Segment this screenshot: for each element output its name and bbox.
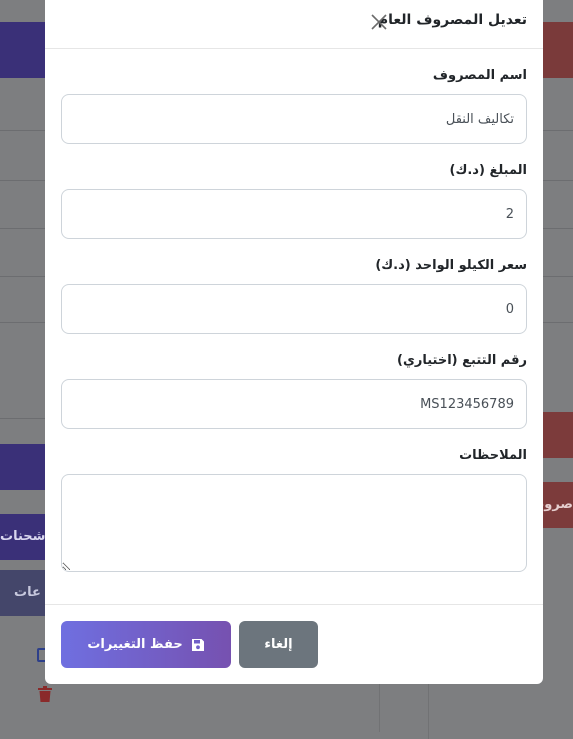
bg-header-block-right xyxy=(541,22,573,78)
bg-shipments-button: شحنات xyxy=(0,514,48,560)
bg-divider xyxy=(0,276,48,277)
trash-icon xyxy=(38,686,52,702)
expense-name-input[interactable] xyxy=(61,94,527,144)
bg-red-bar xyxy=(541,412,573,458)
bg-divider xyxy=(0,418,48,419)
bg-secondary-button: عات xyxy=(0,570,48,616)
bg-header-block-left xyxy=(0,22,48,78)
save-button-label: حفظ التغييرات xyxy=(87,637,183,652)
bg-divider xyxy=(0,130,48,131)
amount-label: المبلغ (د.ك) xyxy=(449,163,527,178)
bg-expense-button: صروف xyxy=(541,482,573,528)
save-changes-button[interactable]: حفظ التغييرات xyxy=(61,621,231,668)
cancel-button-label: إلغاء xyxy=(264,637,293,652)
price-per-kilo-label: سعر الكيلو الواحد (د.ك) xyxy=(375,258,527,273)
modal-title: تعديل المصروف العام xyxy=(377,12,527,28)
close-icon[interactable] xyxy=(371,14,387,30)
bg-divider xyxy=(0,322,48,323)
bg-section-bar xyxy=(0,444,48,490)
price-per-kilo-input[interactable] xyxy=(61,284,527,334)
bg-divider xyxy=(541,228,573,229)
amount-input[interactable] xyxy=(61,189,527,239)
bg-divider xyxy=(541,180,573,181)
tracking-number-label: رقم التتبع (اختياري) xyxy=(397,353,527,368)
expense-name-label: اسم المصروف xyxy=(432,68,527,83)
notes-textarea[interactable] xyxy=(61,474,527,572)
modal-header: تعديل المصروف العام xyxy=(45,0,543,49)
tracking-number-input[interactable] xyxy=(61,379,527,429)
floppy-disk-icon xyxy=(191,638,205,652)
bg-divider xyxy=(0,180,48,181)
bg-divider xyxy=(541,322,573,323)
bg-divider xyxy=(541,130,573,131)
notes-label: الملاحظات xyxy=(459,448,527,463)
modal-footer: إلغاء حفظ التغييرات xyxy=(45,604,543,684)
edit-expense-modal: تعديل المصروف العام اسم المصروف المبلغ (… xyxy=(45,0,543,684)
bg-divider xyxy=(0,228,48,229)
bg-divider xyxy=(541,276,573,277)
cancel-button[interactable]: إلغاء xyxy=(239,621,318,668)
